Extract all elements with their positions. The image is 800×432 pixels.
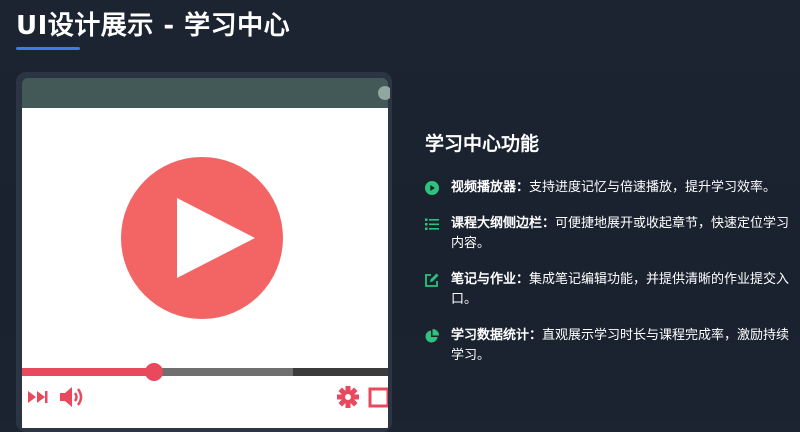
feature-item-learning-stats: 学习数据统计：直观展示学习时长与课程完成率，激励持续学习。 <box>425 326 797 366</box>
video-area[interactable] <box>22 108 388 368</box>
gear-icon <box>337 386 359 408</box>
video-player <box>16 72 392 432</box>
fast-forward-button[interactable] <box>26 384 50 410</box>
list-icon <box>425 218 439 230</box>
fast-forward-icon <box>28 391 48 403</box>
player-header <box>22 78 390 108</box>
progress-bar[interactable] <box>22 363 388 381</box>
progress-handle[interactable] <box>144 363 163 381</box>
feature-item-outline-sidebar: 课程大纲侧边栏：可便捷地展开或收起章节，快速定位学习内容。 <box>425 214 797 254</box>
pie-chart-icon <box>425 329 439 343</box>
volume-icon <box>60 387 83 407</box>
features-panel: 学习中心功能 视频播放器：支持进度记忆与倍速播放，提升学习效率。 课程大纲侧边栏… <box>425 130 797 382</box>
feature-text: 支持进度记忆与倍速播放，提升学习效率。 <box>529 180 777 195</box>
player-controls <box>22 363 388 428</box>
volume-button[interactable] <box>58 384 86 410</box>
features-title: 学习中心功能 <box>425 133 540 155</box>
page-title: UI设计展示 - 学习中心 <box>16 11 291 41</box>
feature-label: 笔记与作业： <box>451 272 530 287</box>
feature-label: 学习数据统计： <box>451 328 543 343</box>
header-dot <box>378 86 390 100</box>
fullscreen-button[interactable] <box>368 384 388 410</box>
play-circle-icon <box>425 181 439 195</box>
settings-button[interactable] <box>336 384 360 410</box>
title-underline <box>16 47 80 50</box>
play-button[interactable] <box>121 157 283 319</box>
feature-label: 视频播放器： <box>451 180 530 195</box>
feature-item-notes-homework: 笔记与作业：集成笔记编辑功能，并提供清晰的作业提交入口。 <box>425 270 797 310</box>
feature-item-video-player: 视频播放器：支持进度记忆与倍速播放，提升学习效率。 <box>425 178 797 198</box>
feature-label: 课程大纲侧边栏： <box>451 216 556 231</box>
fullscreen-icon <box>368 387 388 408</box>
play-icon <box>177 198 255 278</box>
edit-icon <box>425 273 439 287</box>
progress-fill <box>22 368 154 376</box>
